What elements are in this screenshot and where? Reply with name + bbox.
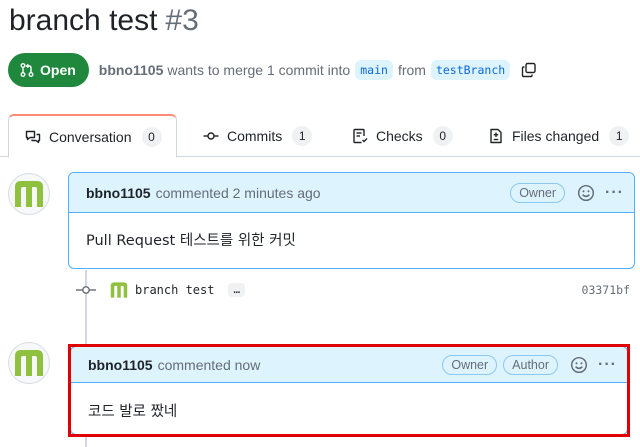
comment-card: bbno1105 commented 2 minutes ago Owner ·… (68, 172, 635, 269)
comment-author[interactable]: bbno1105 (86, 185, 151, 201)
avatar-identicon (15, 181, 43, 207)
head-branch[interactable]: testBranch (430, 60, 511, 80)
commit-author-avatar[interactable] (109, 281, 129, 299)
pr-number: #3 (165, 4, 199, 37)
commit-row: branch test … 03371bf (75, 278, 635, 302)
pr-meta: Open bbno1105 wants to merge 1 commit in… (8, 53, 537, 87)
comment-body: Pull Request 테스트를 위한 커밋 (86, 233, 296, 249)
kebab-icon[interactable]: ··· (605, 184, 624, 202)
merge-text: wants to merge 1 commit into (167, 62, 351, 78)
pr-title-row: branch test #3 (9, 4, 199, 46)
tab-counter: 1 (609, 125, 630, 146)
comment-author[interactable]: bbno1105 (88, 357, 153, 373)
smiley-icon[interactable] (570, 356, 588, 374)
tab-files-changed[interactable]: Files changed 1 (488, 114, 630, 157)
avatar-identicon (15, 350, 43, 376)
pr-author-link[interactable]: bbno1105 (99, 62, 164, 78)
tab-counter: 0 (432, 125, 453, 146)
tab-checks[interactable]: Checks 0 (352, 114, 453, 157)
commit-icon (203, 131, 219, 140)
commit-expand-button[interactable]: … (228, 283, 246, 297)
owner-badge: Owner (442, 354, 498, 375)
tab-label: Conversation (49, 128, 132, 145)
from-text: from (397, 62, 426, 78)
comment-header: bbno1105 commented now Owner Author ··· (71, 347, 627, 383)
pr-title: branch test (9, 4, 158, 37)
owner-badge: Owner (510, 182, 566, 203)
tab-counter: 0 (141, 126, 162, 147)
tab-label: Checks (376, 127, 423, 144)
smiley-icon[interactable] (577, 184, 595, 202)
comment-card: bbno1105 commented now Owner Author ··· … (70, 346, 628, 435)
avatar[interactable] (8, 173, 50, 215)
pr-tabs: Conversation 0 Commits 1 Checks 0 Files … (0, 114, 640, 158)
checklist-icon (353, 128, 368, 143)
avatar[interactable] (8, 342, 50, 384)
comment-timestamp[interactable]: commented now (158, 357, 261, 373)
tab-label: Files changed (512, 127, 600, 144)
tab-commits[interactable]: Commits 1 (203, 114, 313, 157)
commit-icon (76, 286, 96, 294)
state-badge: Open (8, 53, 89, 87)
comment-header: bbno1105 commented 2 minutes ago Owner ·… (69, 173, 634, 213)
author-badge: Author (503, 354, 559, 375)
tab-label: Commits (227, 127, 283, 144)
kebab-icon[interactable]: ··· (598, 356, 617, 374)
pull-request-icon (20, 63, 34, 77)
commit-message[interactable]: branch test (135, 283, 214, 297)
tab-conversation[interactable]: Conversation 0 (8, 114, 177, 158)
comment-discussion-icon (25, 130, 41, 143)
file-diff-icon (490, 128, 502, 143)
comment-timestamp[interactable]: commented 2 minutes ago (156, 185, 321, 201)
base-branch[interactable]: main (355, 60, 393, 80)
tab-counter: 1 (292, 125, 313, 146)
comment-body: 코드 발로 짰네 (88, 404, 178, 420)
avatar-identicon (110, 282, 128, 298)
commit-sha[interactable]: 03371bf (582, 283, 630, 297)
state-label: Open (40, 62, 76, 78)
copy-icon[interactable] (521, 62, 537, 78)
